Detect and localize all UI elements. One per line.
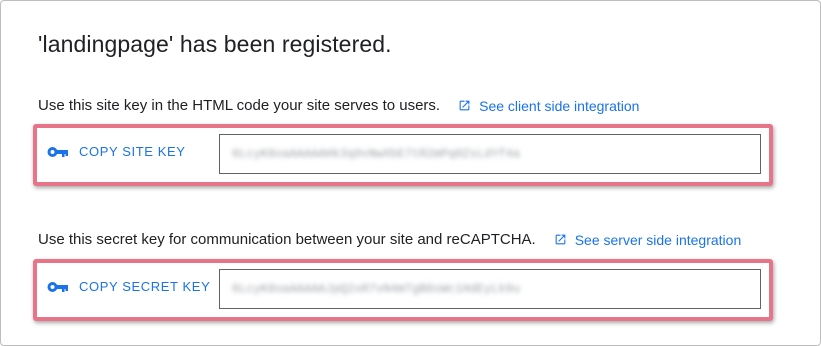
site-key-field[interactable]: 6LcyK8oaAAAAAHk3q9vNwXbE7tR2mPq0ZsLdYf4a: [219, 134, 761, 174]
secret-key-description: Use this secret key for communication be…: [38, 231, 536, 248]
copy-site-key-button[interactable]: COPY SITE KEY: [47, 144, 186, 159]
client-side-integration-label: See client side integration: [479, 97, 640, 114]
server-side-integration-label: See server side integration: [574, 231, 742, 248]
registration-panel: 'landingpage' has been registered. Use t…: [0, 0, 821, 346]
key-icon: [47, 281, 68, 292]
secret-key-box: COPY SECRET KEY 6LcyK8oaAAAAAJpQ2xR7vN4m…: [33, 259, 773, 321]
site-key-value: 6LcyK8oaAAAAAHk3q9vNwXbE7tR2mPq0ZsLdYf4a: [232, 147, 521, 161]
secret-key-field[interactable]: 6LcyK8oaAAAAAJpQ2xR7vN4mTgB8sWc1HdEyLk9u: [219, 269, 761, 309]
site-key-description-row: Use this site key in the HTML code your …: [38, 97, 639, 114]
secret-key-value: 6LcyK8oaAAAAAJpQ2xR7vN4mTgB8sWc1HdEyLk9u: [232, 282, 521, 296]
site-key-box: COPY SITE KEY 6LcyK8oaAAAAAHk3q9vNwXbE7t…: [33, 124, 773, 186]
secret-key-description-row: Use this secret key for communication be…: [38, 231, 741, 248]
open-in-new-icon: [459, 100, 470, 111]
open-in-new-icon: [555, 234, 566, 245]
key-icon: [47, 146, 68, 157]
copy-secret-key-button[interactable]: COPY SECRET KEY: [47, 279, 210, 294]
server-side-integration-link[interactable]: See server side integration: [554, 231, 742, 248]
copy-secret-key-label: COPY SECRET KEY: [79, 279, 211, 294]
copy-site-key-label: COPY SITE KEY: [79, 144, 186, 159]
client-side-integration-link[interactable]: See client side integration: [458, 98, 639, 114]
site-key-description: Use this site key in the HTML code your …: [38, 97, 441, 114]
page-title: 'landingpage' has been registered.: [38, 31, 392, 57]
